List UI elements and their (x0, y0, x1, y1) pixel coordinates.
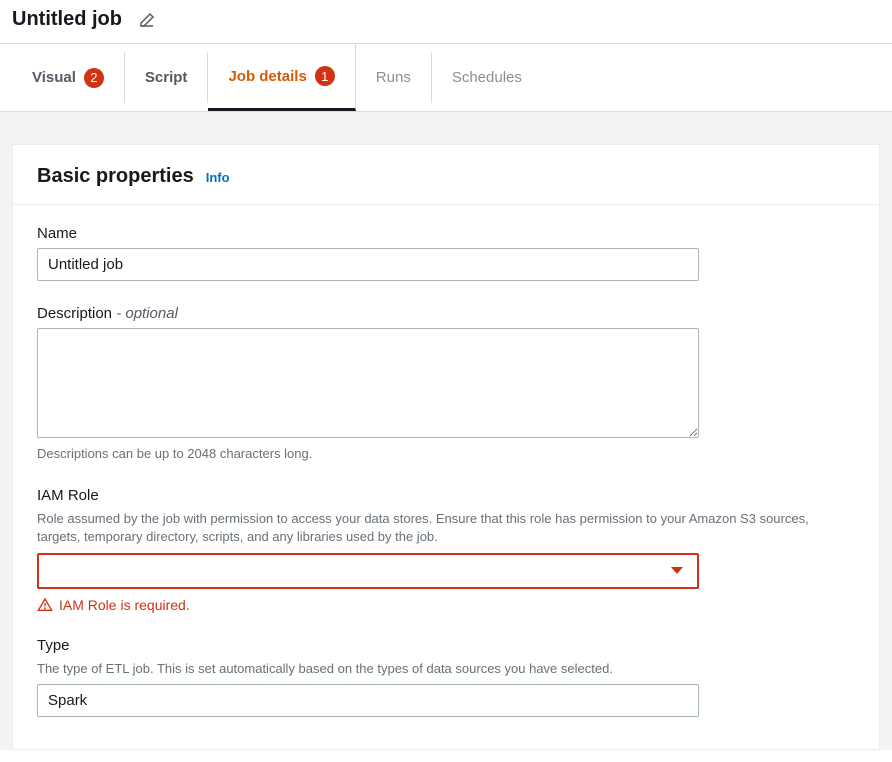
iam-role-error: IAM Role is required. (37, 597, 855, 613)
description-textarea[interactable] (37, 328, 699, 438)
tab-job-details[interactable]: Job details 1 (208, 44, 355, 111)
basic-properties-panel: Basic properties Info Name Description -… (12, 144, 880, 750)
iam-role-select[interactable] (37, 553, 699, 589)
tab-label: Script (145, 69, 188, 86)
tab-runs[interactable]: Runs (356, 52, 432, 103)
tab-label: Visual (32, 69, 76, 86)
type-label: Type (37, 637, 855, 654)
chevron-down-icon (671, 567, 683, 574)
panel-title: Basic properties (37, 165, 194, 188)
tabs-bar: Visual 2 Script Job details 1 Runs Sched… (0, 43, 892, 111)
iam-role-help: Role assumed by the job with permission … (37, 510, 855, 546)
type-value: Spark (37, 684, 699, 717)
tab-script[interactable]: Script (125, 52, 209, 103)
edit-title-icon[interactable] (138, 11, 156, 29)
description-help: Descriptions can be up to 2048 character… (37, 445, 855, 463)
tab-badge: 1 (315, 66, 335, 86)
tab-label: Runs (376, 69, 411, 86)
name-input[interactable] (37, 248, 699, 281)
description-label: Description - optional (37, 305, 855, 322)
name-label: Name (37, 225, 855, 242)
tab-visual[interactable]: Visual 2 (12, 52, 125, 103)
tab-badge: 2 (84, 68, 104, 88)
info-link[interactable]: Info (206, 170, 230, 185)
tab-label: Schedules (452, 69, 522, 86)
warning-icon (37, 597, 53, 613)
iam-role-label: IAM Role (37, 487, 855, 504)
tab-label: Job details (228, 68, 306, 85)
page-title: Untitled job (12, 8, 122, 31)
tab-schedules[interactable]: Schedules (432, 52, 542, 103)
type-help: The type of ETL job. This is set automat… (37, 660, 855, 678)
